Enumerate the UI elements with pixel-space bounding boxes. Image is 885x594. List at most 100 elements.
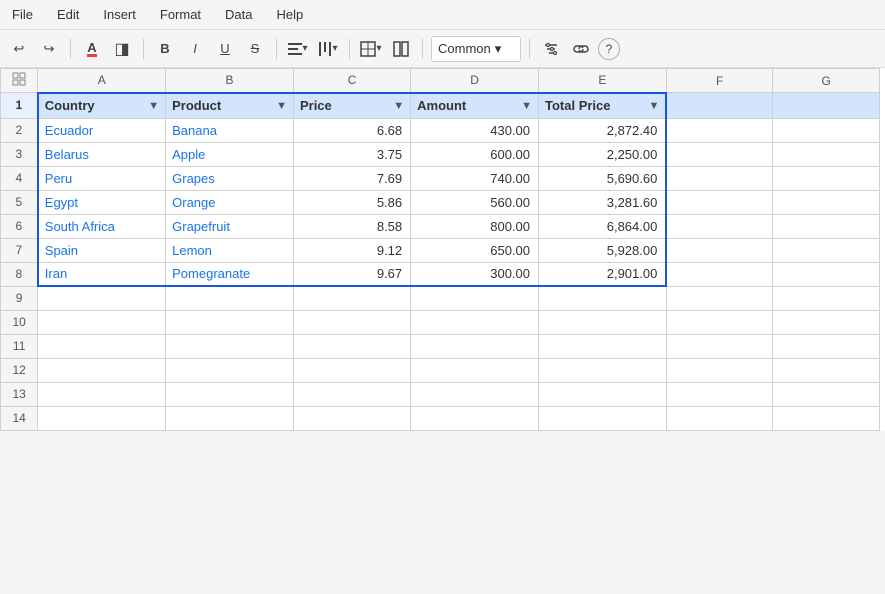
cell-E7[interactable]: 5,928.00 [539, 238, 667, 262]
cell-D14[interactable] [411, 406, 539, 430]
font-color-button[interactable]: A [79, 36, 105, 62]
underline-button[interactable]: U [212, 36, 238, 62]
border-button[interactable]: ▾ [358, 36, 384, 62]
cell-C6[interactable]: 8.58 [293, 214, 410, 238]
cell-G6[interactable] [773, 214, 880, 238]
menu-help[interactable]: Help [273, 5, 308, 24]
cell-E2[interactable]: 2,872.40 [539, 118, 667, 142]
align-button[interactable]: ▾ [285, 36, 311, 62]
col-header-F[interactable]: F [666, 69, 773, 93]
filter-icon-amount[interactable]: ▼ [521, 100, 532, 112]
italic-button[interactable]: I [182, 36, 208, 62]
cell-D12[interactable] [411, 358, 539, 382]
cell-A3[interactable]: Belarus [38, 142, 166, 166]
cell-E8[interactable]: 2,901.00 [539, 262, 667, 286]
cell-E10[interactable] [539, 310, 667, 334]
cell-D4[interactable]: 740.00 [411, 166, 539, 190]
cell-C9[interactable] [293, 286, 410, 310]
cell-G13[interactable] [773, 382, 880, 406]
format-dropdown[interactable]: Common ▾ [431, 36, 521, 62]
cell-B5[interactable]: Orange [166, 190, 294, 214]
header-f[interactable] [666, 93, 773, 119]
col-header-E[interactable]: E [539, 69, 667, 93]
filter-icon-product[interactable]: ▼ [276, 100, 287, 112]
cell-E6[interactable]: 6,864.00 [539, 214, 667, 238]
cell-D5[interactable]: 560.00 [411, 190, 539, 214]
link-button[interactable] [568, 36, 594, 62]
help-button[interactable]: ? [598, 38, 620, 60]
filter-icon-total-price[interactable]: ▼ [648, 100, 659, 112]
cell-F8[interactable] [666, 262, 773, 286]
cell-E5[interactable]: 3,281.60 [539, 190, 667, 214]
cell-G2[interactable] [773, 118, 880, 142]
cell-B4[interactable]: Grapes [166, 166, 294, 190]
cell-B11[interactable] [166, 334, 294, 358]
cell-A13[interactable] [38, 382, 166, 406]
filter-icon-price[interactable]: ▼ [393, 100, 404, 112]
cell-B9[interactable] [166, 286, 294, 310]
cell-D11[interactable] [411, 334, 539, 358]
menu-data[interactable]: Data [221, 5, 256, 24]
cell-D2[interactable]: 430.00 [411, 118, 539, 142]
cell-B7[interactable]: Lemon [166, 238, 294, 262]
cell-A6[interactable]: South Africa [38, 214, 166, 238]
menu-insert[interactable]: Insert [99, 5, 140, 24]
cell-E3[interactable]: 2,250.00 [539, 142, 667, 166]
highlight-button[interactable]: ◨ [109, 36, 135, 62]
merge-button[interactable] [388, 36, 414, 62]
cell-C13[interactable] [293, 382, 410, 406]
cell-A2[interactable]: Ecuador [38, 118, 166, 142]
col-header-C[interactable]: C [293, 69, 410, 93]
filter-settings-button[interactable] [538, 36, 564, 62]
menu-edit[interactable]: Edit [53, 5, 83, 24]
cell-A12[interactable] [38, 358, 166, 382]
cell-A14[interactable] [38, 406, 166, 430]
cell-F3[interactable] [666, 142, 773, 166]
filter-icon-country[interactable]: ▼ [148, 100, 159, 112]
cell-C11[interactable] [293, 334, 410, 358]
header-g[interactable] [773, 93, 880, 119]
cell-A10[interactable] [38, 310, 166, 334]
cell-C7[interactable]: 9.12 [293, 238, 410, 262]
cell-G3[interactable] [773, 142, 880, 166]
cell-F5[interactable] [666, 190, 773, 214]
cell-D8[interactable]: 300.00 [411, 262, 539, 286]
cell-D10[interactable] [411, 310, 539, 334]
cell-F13[interactable] [666, 382, 773, 406]
col-header-A[interactable]: A [38, 69, 166, 93]
cell-C2[interactable]: 6.68 [293, 118, 410, 142]
cell-C8[interactable]: 9.67 [293, 262, 410, 286]
redo-button[interactable]: ↪ [36, 36, 62, 62]
header-country[interactable]: Country ▼ [38, 93, 166, 119]
cell-G14[interactable] [773, 406, 880, 430]
cell-B14[interactable] [166, 406, 294, 430]
cell-E14[interactable] [539, 406, 667, 430]
header-amount[interactable]: Amount ▼ [411, 93, 539, 119]
cell-F10[interactable] [666, 310, 773, 334]
cell-A8[interactable]: Iran [38, 262, 166, 286]
cell-F2[interactable] [666, 118, 773, 142]
cell-A4[interactable]: Peru [38, 166, 166, 190]
cell-D13[interactable] [411, 382, 539, 406]
cell-D6[interactable]: 800.00 [411, 214, 539, 238]
col-header-D[interactable]: D [411, 69, 539, 93]
bold-button[interactable]: B [152, 36, 178, 62]
cell-D3[interactable]: 600.00 [411, 142, 539, 166]
cell-E11[interactable] [539, 334, 667, 358]
cell-C4[interactable]: 7.69 [293, 166, 410, 190]
cell-A5[interactable]: Egypt [38, 190, 166, 214]
cell-E4[interactable]: 5,690.60 [539, 166, 667, 190]
cell-E13[interactable] [539, 382, 667, 406]
cell-F9[interactable] [666, 286, 773, 310]
cell-G4[interactable] [773, 166, 880, 190]
menu-file[interactable]: File [8, 5, 37, 24]
undo-button[interactable]: ↩ [6, 36, 32, 62]
cell-F4[interactable] [666, 166, 773, 190]
cell-A7[interactable]: Spain [38, 238, 166, 262]
cell-G7[interactable] [773, 238, 880, 262]
cell-F6[interactable] [666, 214, 773, 238]
cell-A11[interactable] [38, 334, 166, 358]
header-total-price[interactable]: Total Price ▼ [539, 93, 667, 119]
cell-B3[interactable]: Apple [166, 142, 294, 166]
cell-C14[interactable] [293, 406, 410, 430]
